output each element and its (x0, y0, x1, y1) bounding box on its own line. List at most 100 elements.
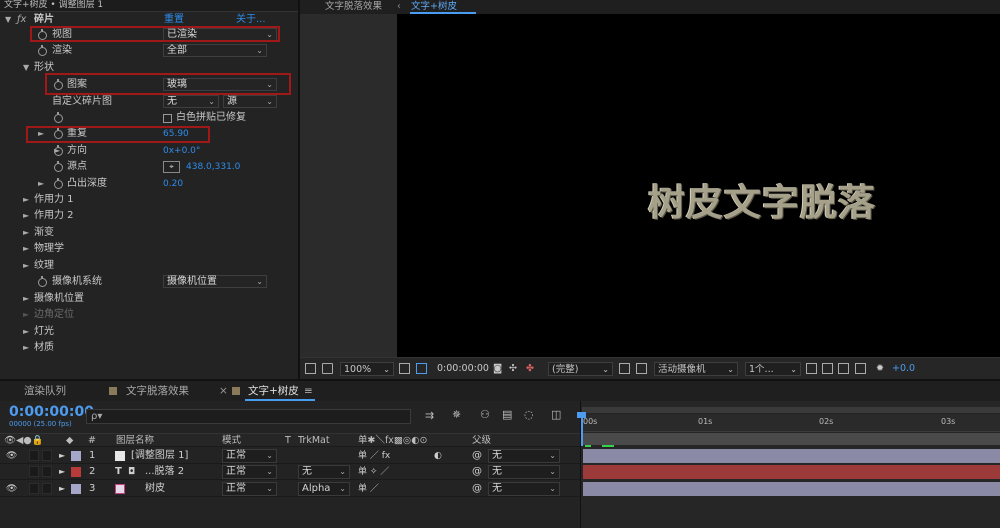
mode-dropdown[interactable]: 正常 ⌄ (222, 465, 277, 479)
expand-triangle-icon[interactable]: ► (59, 481, 65, 497)
pickwhip-icon[interactable]: @ (472, 481, 482, 497)
solo-switch[interactable] (29, 466, 39, 477)
lock-switch[interactable] (42, 450, 52, 461)
lighting-row[interactable]: ► 灯光 (0, 324, 300, 340)
zoom-dropdown[interactable]: 100% ⌄ (340, 362, 394, 376)
expand-triangle-icon[interactable]: ► (23, 192, 29, 208)
draft-3d-icon[interactable]: ✵ (452, 408, 461, 421)
lock-switch[interactable] (42, 466, 52, 477)
region-of-interest-icon[interactable] (619, 363, 630, 374)
pickwhip-icon[interactable]: @ (472, 448, 482, 464)
region-icon[interactable] (305, 363, 316, 374)
switches-icons[interactable]: 单 ／ (358, 481, 379, 497)
show-snapshot-icon[interactable]: ✣ (509, 362, 517, 376)
table-row[interactable]: ► 2 T ◘ ...脱落 2 正常 ⌄ 无 ⌄ 单 ✧ ／ @ 无 ⌄ (0, 464, 580, 480)
viewer-timecode[interactable]: 0:00:00:00 (437, 362, 489, 376)
trkmat-dropdown[interactable]: Alpha ⌄ (298, 482, 350, 496)
eye-icon[interactable]: 👁 (6, 448, 17, 464)
expand-triangle-icon[interactable]: ► (23, 258, 29, 274)
crosshair-icon[interactable]: ⌖ (163, 161, 180, 173)
gradient-row[interactable]: ► 渐变 (0, 225, 300, 241)
expand-triangle-icon[interactable]: ► (23, 225, 29, 241)
panel-menu-icon[interactable]: ≡ (304, 381, 313, 401)
expand-triangle-icon[interactable]: ► (59, 448, 65, 464)
toggle-pixel-icon[interactable] (806, 363, 817, 374)
layer-duration-bar[interactable] (583, 449, 1000, 463)
work-area-bar[interactable] (582, 433, 1000, 445)
textures-row[interactable]: ► 纹理 (0, 258, 300, 274)
switches-icons[interactable]: 单 ／ fx (358, 448, 390, 464)
timeline-icon[interactable] (838, 363, 849, 374)
collapse-triangle-icon[interactable]: ▼ (5, 12, 11, 28)
flowchart-icon[interactable] (855, 363, 866, 374)
stopwatch-icon[interactable] (38, 276, 47, 287)
custom-shatter-dropdown[interactable]: 无 ⌄ (163, 95, 219, 108)
direction-value[interactable]: 0x+0.0° (163, 143, 200, 159)
lock-switch[interactable] (42, 483, 52, 494)
transparency-grid-icon[interactable] (636, 363, 647, 374)
playhead-line[interactable] (581, 413, 583, 446)
camera-snapshot-icon[interactable]: ◙ (493, 362, 502, 376)
trkmat-dropdown[interactable]: 无 ⌄ (298, 465, 350, 479)
camera-position-row[interactable]: ► 摄像机位置 (0, 291, 300, 307)
frame-blending-icon[interactable]: ▤ (502, 408, 512, 421)
timeline-timecode[interactable]: 0:00:00:00 (9, 404, 94, 420)
solo-switch[interactable] (29, 483, 39, 494)
layer-label-color[interactable] (71, 451, 81, 461)
layer-label-color[interactable] (71, 467, 81, 477)
resolution-dropdown[interactable]: (完整) ⌄ (548, 362, 613, 376)
fit-frame-icon[interactable] (399, 363, 410, 374)
close-icon[interactable]: × (219, 381, 228, 401)
monitor-icon[interactable] (322, 363, 333, 374)
layer-name[interactable]: 树皮 (145, 481, 165, 497)
extrusion-depth-value[interactable]: 0.20 (163, 176, 183, 192)
collapse-triangle-icon[interactable]: ▼ (23, 60, 29, 76)
parent-dropdown[interactable]: 无 ⌄ (488, 465, 560, 479)
camera-system-dropdown[interactable]: 摄像机位置 ⌄ (163, 275, 267, 288)
viewer-tab-inactive[interactable]: 文字脱落效果 (325, 0, 382, 14)
exposure-value[interactable]: +0.0 (892, 362, 915, 376)
custom-shatter-source-dropdown[interactable]: 源 ⌄ (223, 95, 277, 108)
parent-dropdown[interactable]: 无 ⌄ (488, 482, 560, 496)
layer-name[interactable]: [调整图层 1] (131, 448, 188, 464)
comp-tab-text-fall[interactable]: 文字脱落效果 (126, 381, 189, 401)
color-channel-icon[interactable]: ✤ (526, 362, 534, 376)
pickwhip-icon[interactable]: @ (472, 464, 482, 480)
graph-editor-icon[interactable]: ◫ (551, 408, 561, 421)
mode-dropdown[interactable]: 正常 ⌄ (222, 482, 277, 496)
expand-triangle-icon[interactable]: ► (23, 208, 29, 224)
layer-search-input[interactable]: ρ▾ (86, 409, 411, 424)
mask-icon[interactable] (416, 363, 427, 374)
stopwatch-icon[interactable] (54, 112, 63, 123)
exposure-icon[interactable]: ✹ (876, 362, 884, 376)
eye-icon[interactable]: 👁 (6, 481, 17, 497)
time-navigator[interactable] (582, 407, 1000, 413)
force2-row[interactable]: ► 作用力 2 (0, 208, 300, 224)
comp-tab-active[interactable]: 文字+树皮 (248, 381, 299, 401)
fx-icon[interactable]: ƒx (17, 12, 26, 28)
physics-row[interactable]: ► 物理学 (0, 241, 300, 257)
layer-duration-bar[interactable] (583, 482, 1000, 496)
layer-name[interactable]: ...脱落 2 (145, 464, 184, 480)
stopwatch-icon[interactable] (38, 45, 47, 56)
shy-icon[interactable]: ⚇ (480, 408, 490, 421)
reset-exposure-icon[interactable] (822, 363, 833, 374)
stopwatch-icon[interactable] (54, 161, 63, 172)
chevron-left-icon[interactable]: ‹ (397, 0, 401, 14)
parent-dropdown[interactable]: 无 ⌄ (488, 449, 560, 463)
adjustment-switch-icon[interactable]: ◐ (434, 448, 442, 464)
solo-switch[interactable] (29, 450, 39, 461)
table-row[interactable]: 👁 ► 3 树皮 正常 ⌄ Alpha ⌄ 单 ／ @ 无 ⌄ (0, 481, 580, 497)
switches-icons[interactable]: 单 ✧ ／ (358, 464, 389, 480)
force1-row[interactable]: ► 作用力 1 (0, 192, 300, 208)
time-ruler[interactable] (582, 415, 1000, 432)
camera-dropdown[interactable]: 活动摄像机 ⌄ (654, 362, 738, 376)
layer-name-column-header[interactable]: 图层名称 (116, 434, 154, 448)
stopwatch-icon[interactable] (54, 178, 63, 189)
material-row[interactable]: ► 材质 (0, 340, 300, 356)
mode-dropdown[interactable]: 正常 ⌄ (222, 449, 277, 463)
stopwatch-icon[interactable] (54, 145, 63, 156)
expand-triangle-icon[interactable]: ► (23, 324, 29, 340)
expand-triangle-icon[interactable]: ► (23, 291, 29, 307)
comp-mini-flowchart-icon[interactable]: ⇉ (425, 409, 434, 422)
